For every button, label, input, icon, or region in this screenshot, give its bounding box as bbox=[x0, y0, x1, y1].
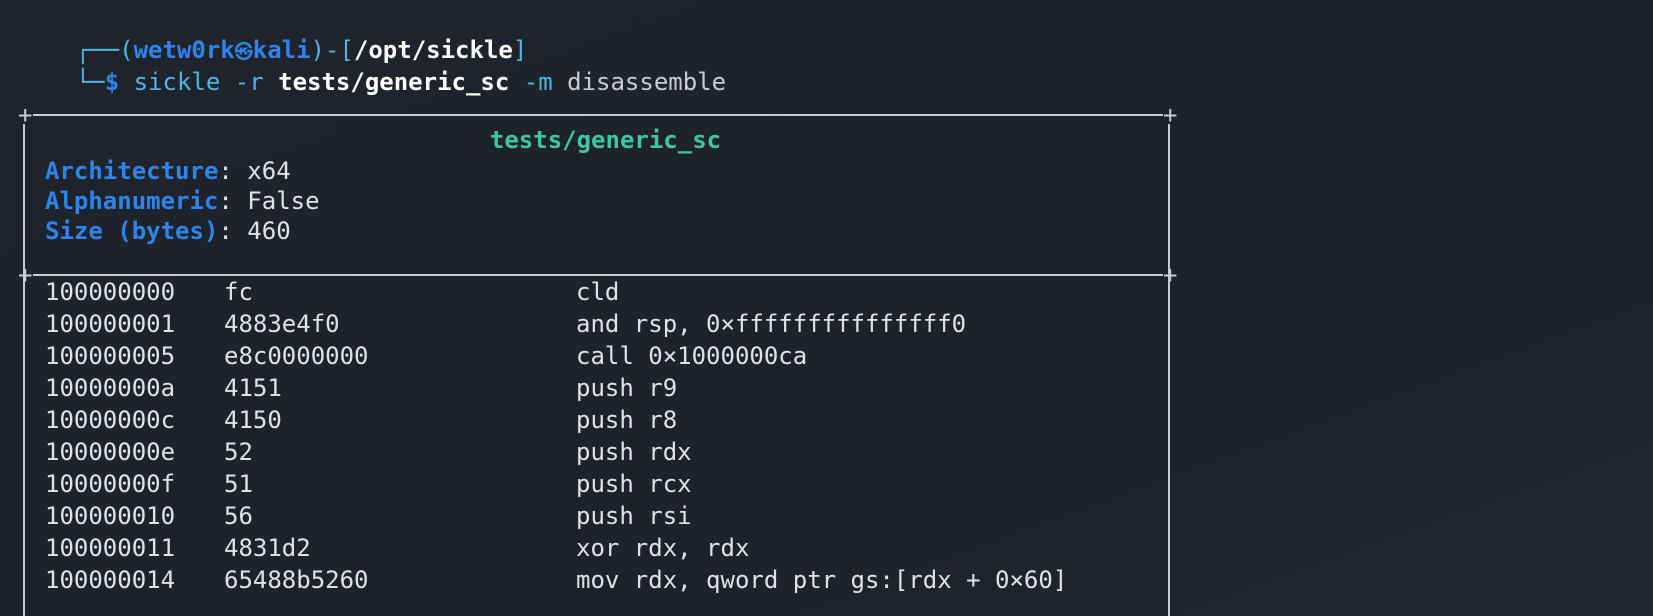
disasm-instruction: cld bbox=[576, 278, 620, 306]
disasm-instruction: push rsi bbox=[576, 502, 692, 530]
disasm-address: 10000000f bbox=[45, 470, 176, 498]
disasm-row: 10000000a 4151 push r9 bbox=[18, 372, 1178, 404]
prompt-corner-bottom: └─ bbox=[75, 68, 105, 96]
command-flag-m: -m bbox=[523, 68, 553, 96]
command-line[interactable]: └─$ sickle -r tests/generic_sc -m disass… bbox=[18, 34, 726, 96]
command-flag-r: -r bbox=[234, 68, 264, 96]
info-value: False bbox=[247, 187, 320, 215]
disasm-instruction: xor rdx, rdx bbox=[576, 534, 750, 562]
info-title: tests/generic_sc bbox=[489, 126, 722, 154]
disasm-row: 10000000f 51 push rcx bbox=[18, 468, 1178, 500]
disasm-address: 100000001 bbox=[45, 310, 176, 338]
disasm-instruction: push r9 bbox=[576, 374, 678, 402]
disasm-row: 100000000 fc cld bbox=[18, 276, 1178, 308]
disasm-address: 10000000e bbox=[45, 438, 176, 466]
disasm-bytes: 65488b5260 bbox=[224, 566, 369, 594]
disasm-row: 10000000e 52 push rdx bbox=[18, 436, 1178, 468]
disasm-bytes: fc bbox=[224, 278, 253, 306]
prompt-header: ┌──(wetw0rk㉿kali)-[/opt/sickle] bbox=[18, 2, 528, 64]
disasm-instruction: mov rdx, qword ptr gs:[rdx + 0×60] bbox=[576, 566, 1068, 594]
disasm-bytes: 51 bbox=[224, 470, 253, 498]
disasm-instruction: push rcx bbox=[576, 470, 692, 498]
disasm-address: 100000010 bbox=[45, 502, 176, 530]
info-row-size: Size (bytes): 460 bbox=[45, 217, 291, 245]
disasm-row: 100000001 4883e4f0 and rsp, 0×ffffffffff… bbox=[18, 308, 1178, 340]
disasm-instruction: push rdx bbox=[576, 438, 692, 466]
info-value: x64 bbox=[247, 157, 291, 185]
disasm-instruction: call 0×1000000ca bbox=[576, 342, 808, 370]
info-value: 460 bbox=[247, 217, 291, 245]
disasm-bytes: 4883e4f0 bbox=[224, 310, 340, 338]
command-arg-r: tests/generic_sc bbox=[278, 68, 510, 96]
disasm-instruction: push r8 bbox=[576, 406, 678, 434]
info-row-architecture: Architecture: x64 bbox=[45, 157, 291, 185]
info-label: Alphanumeric bbox=[45, 187, 219, 215]
disasm-bytes: 4831d2 bbox=[224, 534, 311, 562]
terminal-window[interactable]: ┌──(wetw0rk㉿kali)-[/opt/sickle] └─$ sick… bbox=[0, 0, 1653, 616]
disasm-instruction: and rsp, 0×fffffffffffffff0 bbox=[576, 310, 967, 338]
disasm-address: 100000005 bbox=[45, 342, 176, 370]
disasm-bytes: 52 bbox=[224, 438, 253, 466]
disasm-row: 100000005 e8c0000000 call 0×1000000ca bbox=[18, 340, 1178, 372]
disasm-address: 100000011 bbox=[45, 534, 176, 562]
disasm-row: 100000010 56 push rsi bbox=[18, 500, 1178, 532]
prompt-dollar: $ bbox=[104, 68, 120, 96]
disasm-bytes: 4150 bbox=[224, 406, 282, 434]
disasm-row: 10000000c 4150 push r8 bbox=[18, 404, 1178, 436]
disasm-bytes: e8c0000000 bbox=[224, 342, 369, 370]
info-row-alphanumeric: Alphanumeric: False bbox=[45, 187, 320, 215]
disasm-address: 100000000 bbox=[45, 278, 176, 306]
command-name: sickle bbox=[133, 68, 221, 96]
disasm-bytes: 4151 bbox=[224, 374, 282, 402]
disasm-address: 10000000c bbox=[45, 406, 176, 434]
command-arg-m: disassemble bbox=[567, 68, 727, 96]
disasm-address: 100000014 bbox=[45, 566, 176, 594]
disasm-row: 100000011 4831d2 xor rdx, rdx bbox=[18, 532, 1178, 564]
disasm-row: 100000014 65488b5260 mov rdx, qword ptr … bbox=[18, 564, 1178, 596]
disasm-bytes: 56 bbox=[224, 502, 253, 530]
info-label: Architecture bbox=[45, 157, 219, 185]
disasm-address: 10000000a bbox=[45, 374, 176, 402]
info-label: Size (bytes) bbox=[45, 217, 219, 245]
